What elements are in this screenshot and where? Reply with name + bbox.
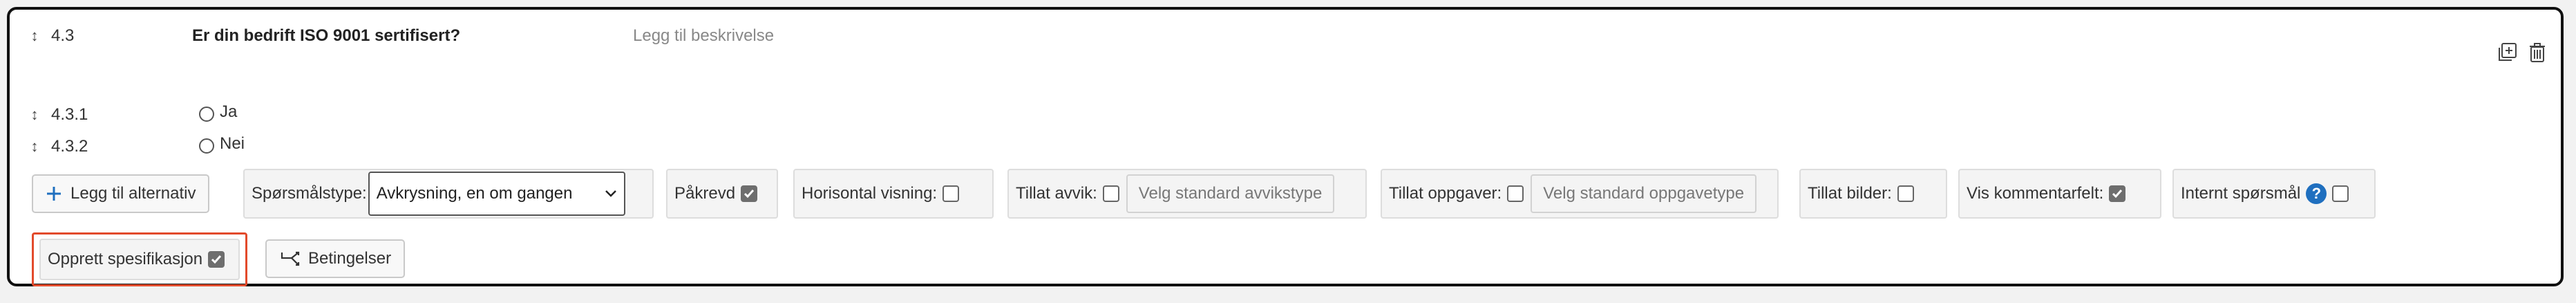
deviation-label: Tillat avvik:: [1016, 184, 1097, 203]
question-actions: [2494, 40, 2550, 65]
spec-field: Opprett spesifikasjon: [39, 239, 240, 280]
question-card: ↕ 4.3 Er din bedrift ISO 9001 sertifiser…: [7, 7, 2564, 286]
add-option-label: Legg til alternativ: [70, 184, 196, 203]
images-checkbox[interactable]: [1897, 185, 1914, 202]
add-option-button[interactable]: Legg til alternativ: [32, 174, 210, 213]
option-label[interactable]: Ja: [220, 102, 237, 122]
option-number: 4.3.2: [51, 137, 88, 156]
tasks-checkbox[interactable]: [1507, 185, 1524, 202]
spec-label: Opprett spesifikasjon: [48, 250, 203, 268]
conditions-button[interactable]: Betingelser: [265, 239, 406, 278]
tasks-field: Tillat oppgaver: Velg standard oppgavety…: [1381, 169, 1779, 219]
option-radio[interactable]: [199, 138, 214, 154]
horizontal-field: Horisontal visning:: [793, 169, 994, 219]
horizontal-checkbox[interactable]: [943, 185, 960, 202]
drag-handle-icon[interactable]: ↕: [29, 138, 40, 155]
comment-label: Vis kommentarfelt:: [1967, 184, 2104, 203]
question-type-field: Spørsmålstype: Avkrysning, en om gangen: [243, 169, 654, 219]
question-type-label: Spørsmålstype:: [252, 184, 367, 203]
internal-field: Internt spørsmål ?: [2172, 169, 2376, 219]
option-label[interactable]: Nei: [220, 134, 245, 154]
question-title[interactable]: Er din bedrift ISO 9001 sertifisert?: [192, 26, 460, 46]
spec-checkbox[interactable]: [208, 251, 225, 268]
plus-icon: [47, 187, 61, 201]
images-field: Tillat bilder:: [1799, 169, 1947, 219]
required-checkbox[interactable]: [741, 185, 758, 202]
deviation-type-input[interactable]: Velg standard avvikstype: [1126, 174, 1335, 213]
add-copy-icon[interactable]: [2494, 40, 2519, 65]
question-type-select[interactable]: Avkrysning, en om gangen: [368, 172, 625, 216]
task-type-input[interactable]: Velg standard oppgavetype: [1531, 174, 1757, 213]
comment-checkbox[interactable]: [2109, 185, 2126, 202]
internal-checkbox[interactable]: [2332, 185, 2349, 202]
question-type-value: Avkrysning, en om gangen: [376, 184, 573, 203]
comment-field: Vis kommentarfelt:: [1958, 169, 2161, 219]
horizontal-label: Horisontal visning:: [802, 184, 938, 203]
option-number: 4.3.1: [51, 105, 88, 124]
tasks-label: Tillat oppgaver:: [1389, 184, 1502, 203]
trash-icon[interactable]: [2525, 40, 2550, 65]
spec-highlight: Opprett spesifikasjon: [32, 232, 247, 286]
conditions-label: Betingelser: [308, 249, 392, 268]
branch-arrow-icon: [281, 251, 300, 266]
drag-handle-icon[interactable]: ↕: [29, 107, 40, 123]
required-label: Påkrevd: [674, 184, 736, 203]
required-field: Påkrevd: [666, 169, 778, 219]
help-icon[interactable]: ?: [2306, 183, 2327, 204]
internal-label: Internt spørsmål: [2181, 184, 2301, 203]
description-field[interactable]: Legg til beskrivelse: [633, 26, 774, 46]
deviation-field: Tillat avvik: Velg standard avvikstype: [1007, 169, 1367, 219]
images-label: Tillat bilder:: [1808, 184, 1892, 203]
deviation-checkbox[interactable]: [1102, 185, 1119, 202]
drag-handle-icon[interactable]: ↕: [29, 28, 40, 44]
question-number: 4.3: [51, 26, 75, 45]
option-radio[interactable]: [199, 107, 214, 122]
chevron-down-icon: [605, 190, 616, 197]
